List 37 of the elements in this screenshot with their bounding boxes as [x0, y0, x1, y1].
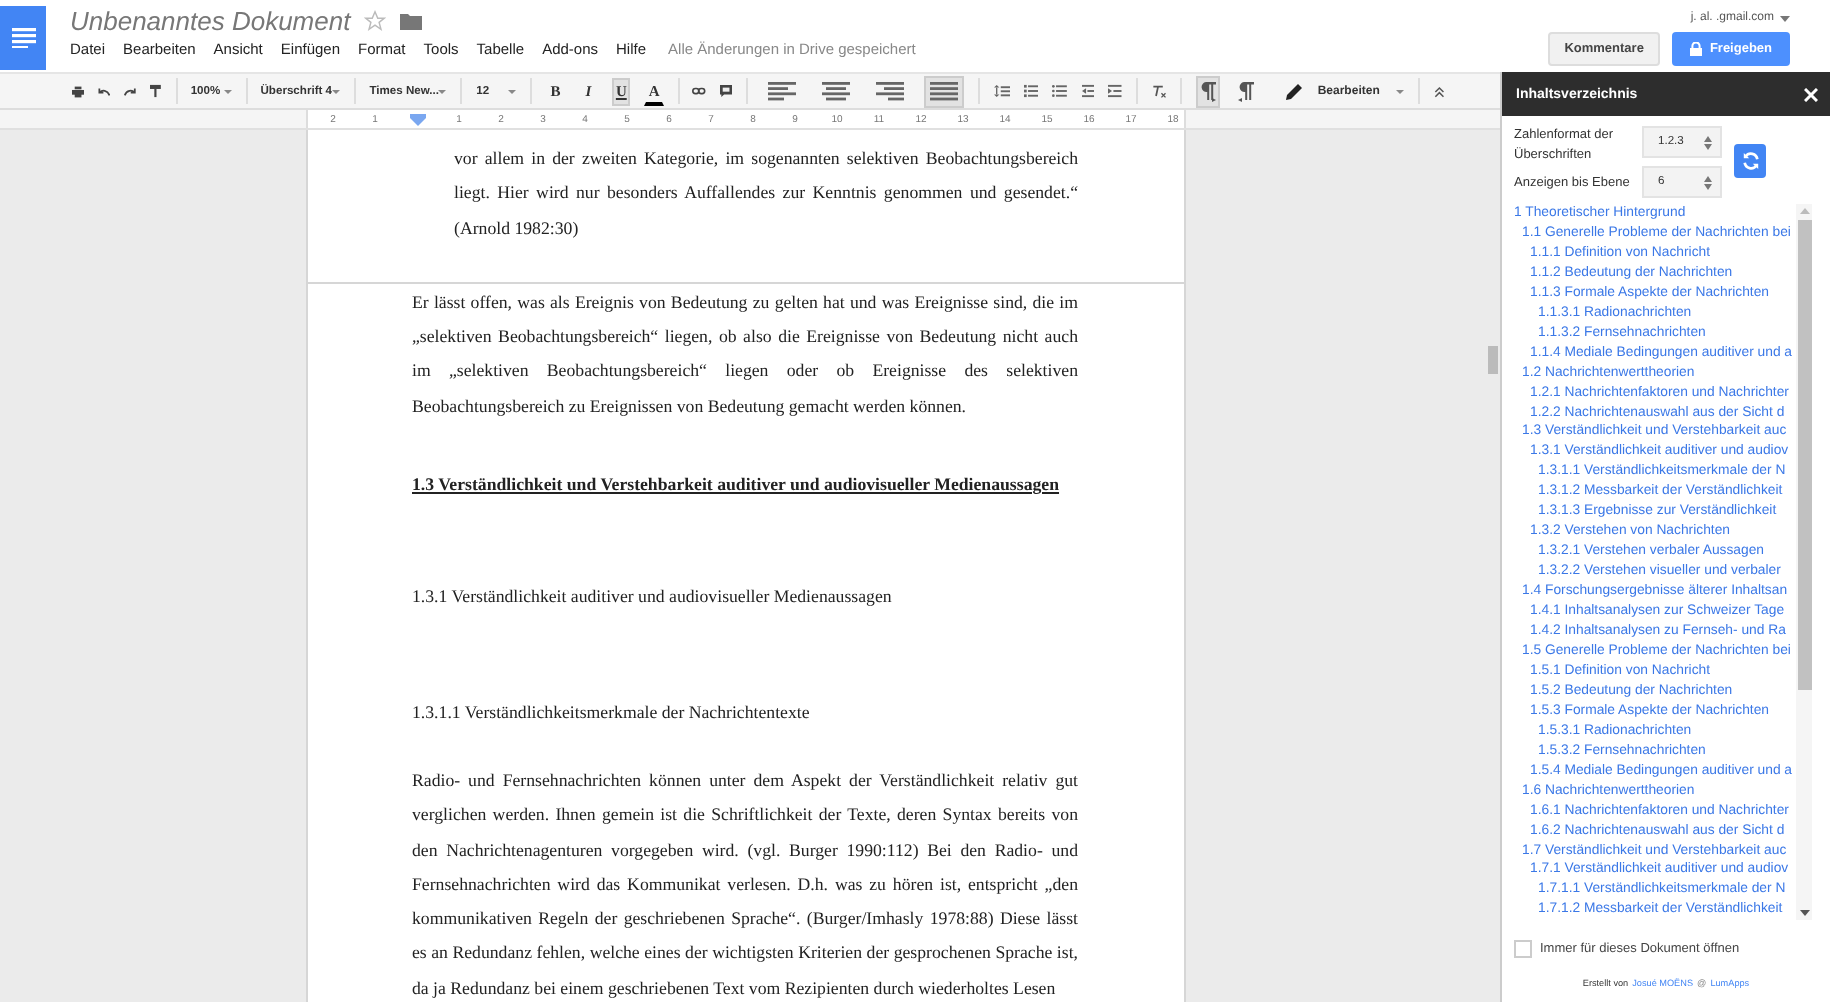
undo-icon[interactable]: [98, 85, 111, 97]
link-icon[interactable]: [692, 86, 707, 96]
refresh-icon: [1741, 152, 1759, 170]
increase-indent-icon[interactable]: [1108, 82, 1123, 100]
stepper-arrows-icon: [1704, 135, 1712, 149]
paint-roller-icon[interactable]: [150, 82, 162, 100]
align-justify-button[interactable]: [923, 75, 964, 107]
numbered-list-icon[interactable]: [1023, 82, 1039, 100]
clear-formatting-icon[interactable]: [1151, 81, 1167, 101]
document-title[interactable]: Unbenanntes Dokument: [70, 5, 351, 35]
pencil-icon: [1285, 83, 1302, 99]
checkbox[interactable]: [1514, 940, 1532, 958]
left-to-right-button[interactable]: [1195, 75, 1220, 107]
lock-icon: [1689, 42, 1702, 56]
print-icon[interactable]: [72, 83, 85, 99]
collapse-icon[interactable]: [1433, 83, 1444, 99]
subsection-heading: 1.3.1 Verständlichkeit auditiver und audiovisueller Medienaussagen: [410, 584, 894, 611]
scrollbar-thumb[interactable]: [1797, 220, 1811, 690]
folder-icon[interactable]: [400, 11, 423, 29]
body-paragraph: Er lässt offen, was als Ereignis von Bedeutung zu gelten hat und was Ereignisse sind, die im „selektiven Beobachtungsbereich“ liegen, ob also die Ereignisse von Bedeutung nicht auch im „selektiven Beobachtungsbereich“ liegen oder ob Ereignisse des selektiven Beobachtungsbereich zu Ereignissen von Bedeutung gemacht werden können.: [410, 289, 1080, 420]
line-spacing-icon[interactable]: [993, 82, 1010, 100]
redo-icon[interactable]: [124, 85, 137, 97]
refresh-button[interactable]: [1734, 144, 1766, 178]
subsubsection-heading: 1.3.1.1 Verständlichkeitsmerkmale der Nachrichtentexte: [410, 699, 812, 726]
scrollbar-thumb[interactable]: [1488, 346, 1498, 374]
body-paragraph: Radio- und Fernsehnachrichten können unter dem Aspekt der Verständlichkeit relativ gut verglichen werden. Ihnen gemein ist die Schriftlichkeit der Texte, deren Syntax bereits von den Nachrichtenagenturen vorgegeben wird. (vgl. Burger 1990:112) Bei den Radio- und Fernsehnachrichten wird das Kommunikat verlesen. D.h. was zu hören ist, entspricht „den kommunikativen Regeln der geschriebenen Sprache“. (Burger/Imhasly 1978:88) Diese lässt es an Redundanz fehlen, welche eines der wichtigsten Kriterien der gesprochenen Sprache ist, da ja Redundanz bei einem geschriebenen Text vom Rezipienten durch wiederholtes Lesen: [410, 767, 1080, 1002]
quote-paragraph: vor allem in der zweiten Kategorie, im sogenannten selektiven Beobachtungsbereich liegt. Hier wird nur besonders Auffallendes zur Kenntnis genommen und gesendet.“ (Arnold 1982:30): [452, 146, 1080, 242]
stepper-arrows-icon: [1704, 175, 1712, 189]
section-heading: 1.3 Verständlichkeit und Verstehbarkeit auditiver und audiovisueller Medienaussagen: [410, 472, 1062, 499]
close-icon[interactable]: [1804, 87, 1818, 101]
caret-icon[interactable]: [1780, 15, 1790, 21]
comment-icon[interactable]: [720, 82, 733, 100]
star-icon[interactable]: [364, 9, 387, 31]
bulleted-list-icon[interactable]: [1052, 82, 1068, 100]
scroll-down-icon[interactable]: [1799, 910, 1809, 916]
decrease-indent-icon[interactable]: [1081, 82, 1095, 100]
docs-logo-icon[interactable]: [0, 6, 46, 70]
